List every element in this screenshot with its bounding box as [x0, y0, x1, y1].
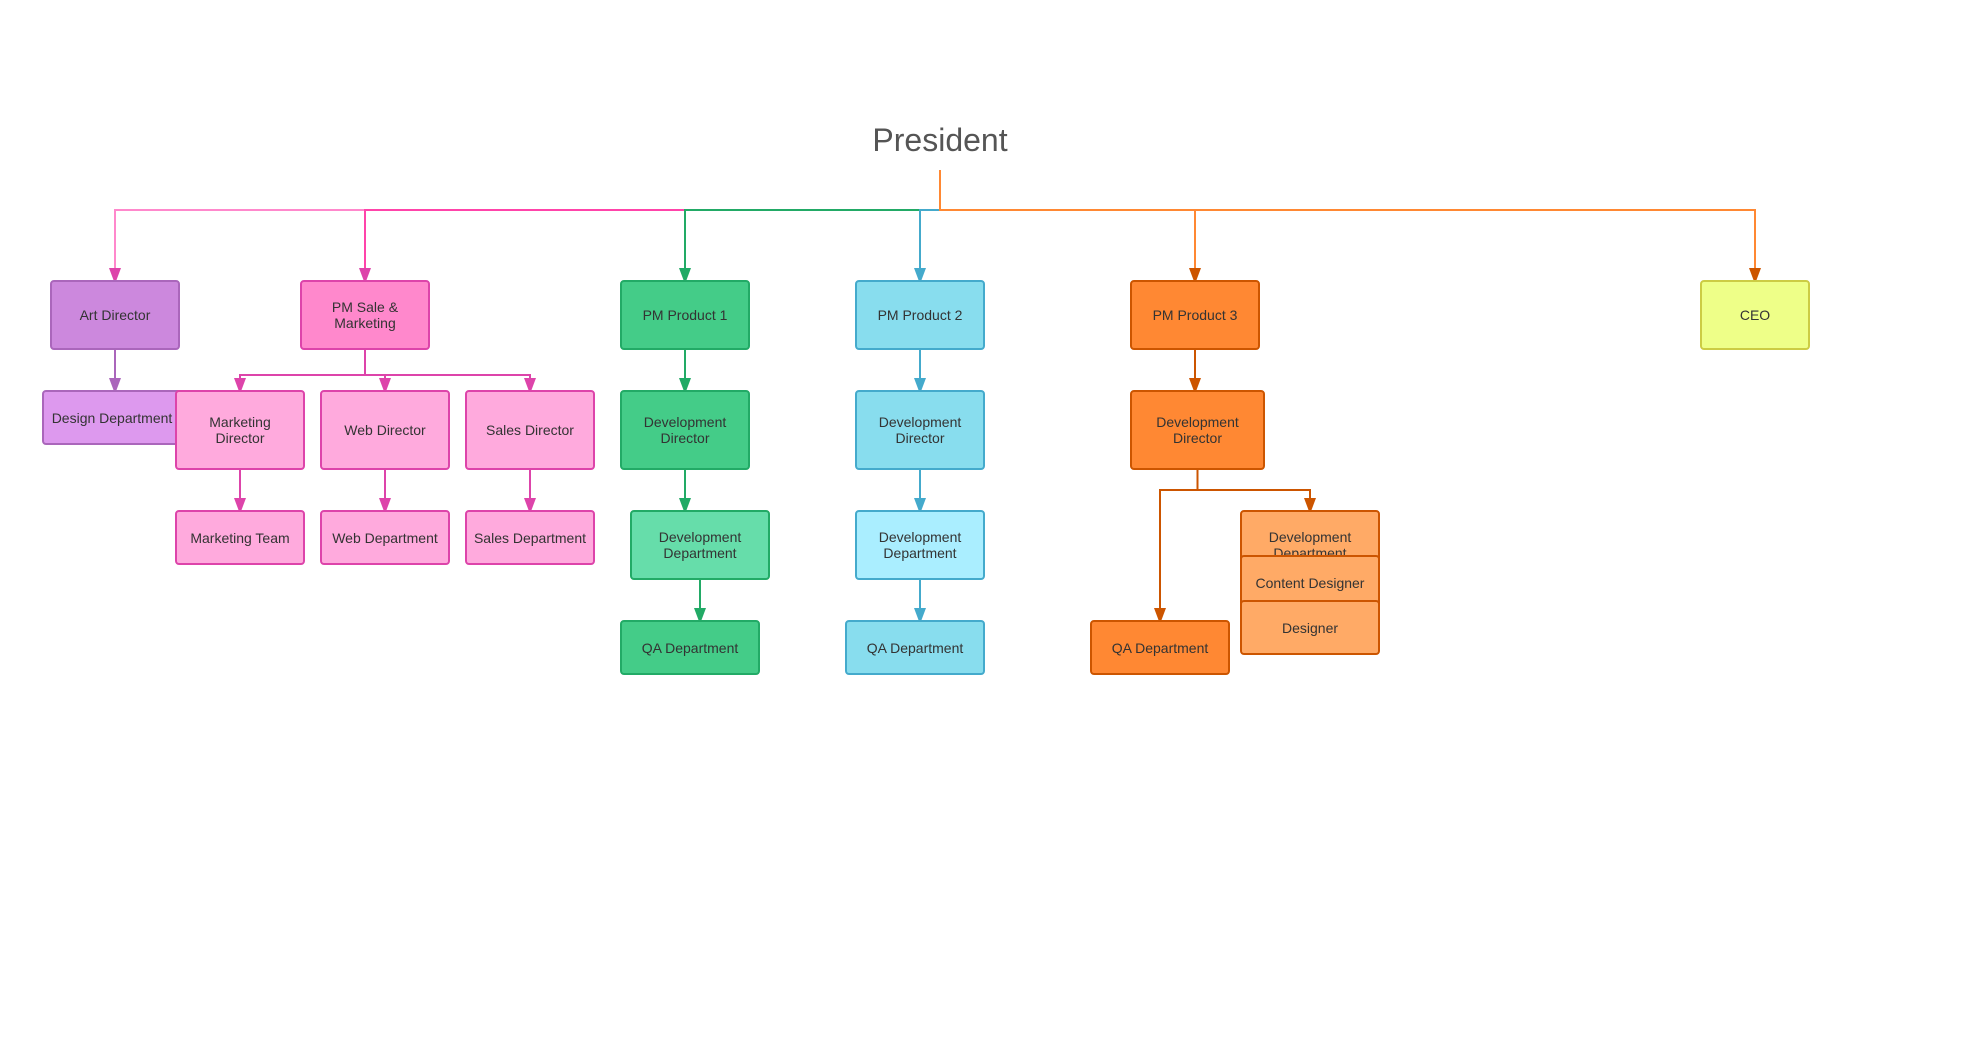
designer-node: Designer	[1240, 600, 1380, 655]
marketing-team-node: Marketing Team	[175, 510, 305, 565]
dev-department1-node: Development Department	[630, 510, 770, 580]
sales-department-node: Sales Department	[465, 510, 595, 565]
pm-sale-marketing-node: PM Sale & Marketing	[300, 280, 430, 350]
marketing-director-node: Marketing Director	[175, 390, 305, 470]
pm-product1-node: PM Product 1	[620, 280, 750, 350]
sales-director-node: Sales Director	[465, 390, 595, 470]
president-node: President	[840, 110, 1040, 170]
qa-department3-node: QA Department	[1090, 620, 1230, 675]
pm-product3-node: PM Product 3	[1130, 280, 1260, 350]
design-department-node: Design Department	[42, 390, 182, 445]
web-department-node: Web Department	[320, 510, 450, 565]
org-chart: President Art Director Design Department…	[0, 0, 1976, 1050]
dev-director3-node: Development Director	[1130, 390, 1265, 470]
ceo-node: CEO	[1700, 280, 1810, 350]
dev-director2-node: Development Director	[855, 390, 985, 470]
web-director-node: Web Director	[320, 390, 450, 470]
pm-product2-node: PM Product 2	[855, 280, 985, 350]
qa-department1-node: QA Department	[620, 620, 760, 675]
dev-department2-node: Development Department	[855, 510, 985, 580]
qa-department2-node: QA Department	[845, 620, 985, 675]
art-director-node: Art Director	[50, 280, 180, 350]
dev-director1-node: Development Director	[620, 390, 750, 470]
